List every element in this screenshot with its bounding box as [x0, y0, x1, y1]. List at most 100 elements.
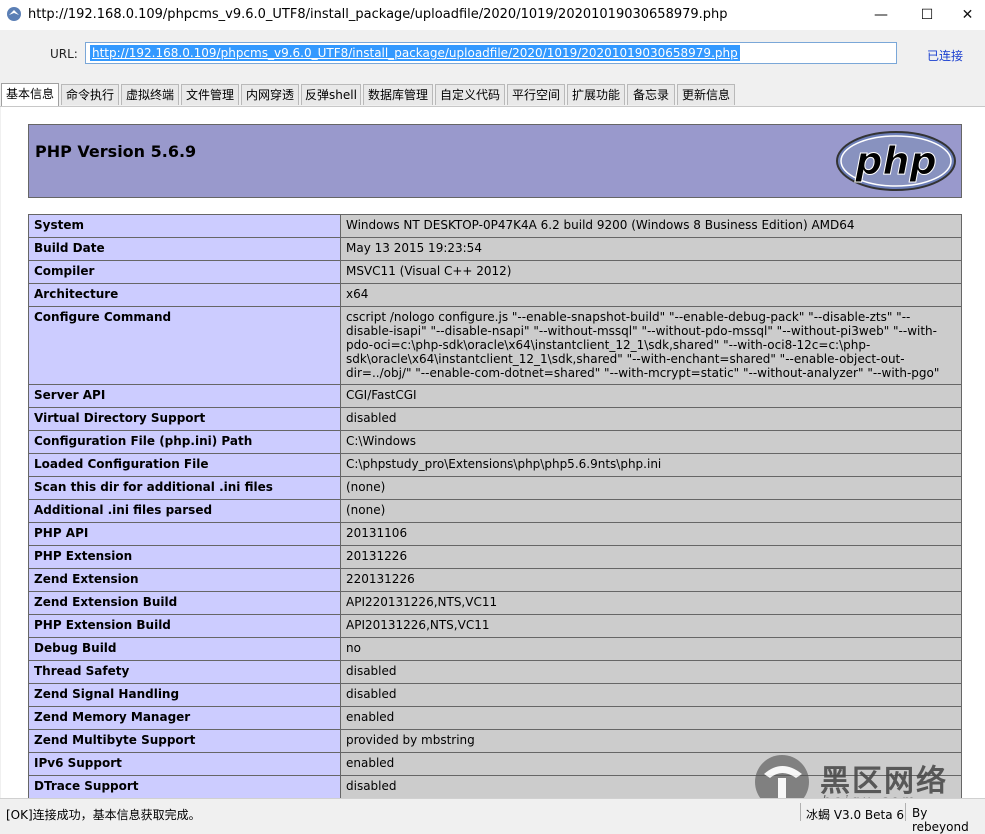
row-value: 220131226 [340, 568, 962, 592]
row-key: Scan this dir for additional .ini files [28, 476, 341, 500]
table-row: Server API CGI/FastCGI [28, 384, 962, 408]
row-value: API20131226,NTS,VC11 [340, 614, 962, 638]
row-key: PHP Extension Build [28, 614, 341, 638]
row-key: IPv6 Support [28, 752, 341, 776]
table-row: Configuration File (php.ini) Path C:\Wind… [28, 430, 962, 454]
row-value: MSVC11 (Visual C++ 2012) [340, 260, 962, 284]
row-key: Zend Extension Build [28, 591, 341, 615]
row-value: disabled [340, 660, 962, 684]
row-key: Configure Command [28, 306, 341, 385]
close-button[interactable]: ✕ [950, 0, 985, 30]
table-row: Compiler MSVC11 (Visual C++ 2012) [28, 260, 962, 284]
row-key: Build Date [28, 237, 341, 261]
php-version-title: PHP Version 5.6.9 [35, 142, 197, 161]
row-key: PHP Extension [28, 545, 341, 569]
table-row: Debug Build no [28, 637, 962, 661]
tab-file-manager[interactable]: 文件管理 [181, 84, 239, 105]
row-value: disabled [340, 683, 962, 707]
url-bar: URL: http://192.168.0.109/phpcms_v9.6.0_… [0, 30, 985, 82]
table-row: Zend Signal Handling disabled [28, 683, 962, 707]
tab-virtual-terminal[interactable]: 虚拟终端 [121, 84, 179, 105]
status-separator [800, 803, 801, 821]
row-value: (none) [340, 476, 962, 500]
row-value: 20131106 [340, 522, 962, 546]
table-row: Additional .ini files parsed (none) [28, 499, 962, 523]
svg-text:php: php [854, 139, 936, 183]
row-key: Server API [28, 384, 341, 408]
row-key: Compiler [28, 260, 341, 284]
tab-memo[interactable]: 备忘录 [627, 84, 675, 105]
app-version: 冰蝎 V3.0 Beta 6 [806, 808, 905, 822]
row-value: enabled [340, 706, 962, 730]
window-title: http://192.168.0.109/phpcms_v9.6.0_UTF8/… [28, 7, 728, 22]
row-key: PHP API [28, 522, 341, 546]
table-row: PHP Extension 20131226 [28, 545, 962, 569]
table-row: Build Date May 13 2015 19:23:54 [28, 237, 962, 261]
table-row: Zend Extension 220131226 [28, 568, 962, 592]
table-row: Thread Safety disabled [28, 660, 962, 684]
row-value: cscript /nologo configure.js "--enable-s… [340, 306, 962, 385]
row-value: Windows NT DESKTOP-0P47K4A 6.2 build 920… [340, 214, 962, 238]
phpinfo-table: System Windows NT DESKTOP-0P47K4A 6.2 bui… [28, 214, 962, 798]
tab-command-exec[interactable]: 命令执行 [61, 84, 119, 105]
status-separator [905, 803, 906, 821]
table-row: Virtual Directory Support disabled [28, 407, 962, 431]
row-key: System [28, 214, 341, 238]
row-key: Architecture [28, 283, 341, 307]
table-row: Loaded Configuration File C:\phpstudy_pro… [28, 453, 962, 477]
table-row: System Windows NT DESKTOP-0P47K4A 6.2 bui… [28, 214, 962, 238]
url-label: URL: [50, 47, 78, 61]
table-row: Zend Extension Build API220131226,NTS,VC1… [28, 591, 962, 615]
tab-basic-info[interactable]: 基本信息 [1, 83, 59, 106]
row-value: C:\Windows [340, 430, 962, 454]
window-titlebar: http://192.168.0.109/phpcms_v9.6.0_UTF8/… [0, 0, 985, 30]
row-value: 20131226 [340, 545, 962, 569]
tab-extensions[interactable]: 扩展功能 [567, 84, 625, 105]
table-row: Configure Command cscript /nologo configu… [28, 306, 962, 385]
table-row: Zend Multibyte Support provided by mbstri… [28, 729, 962, 753]
row-key: Virtual Directory Support [28, 407, 341, 431]
tab-intranet-tunnel[interactable]: 内网穿透 [241, 84, 299, 105]
row-value: May 13 2015 19:23:54 [340, 237, 962, 261]
row-value: C:\phpstudy_pro\Extensions\php\php5.6.9n… [340, 453, 962, 477]
table-row: Scan this dir for additional .ini files(… [28, 476, 962, 500]
tab-database-manager[interactable]: 数据库管理 [363, 84, 433, 105]
row-key: Zend Extension [28, 568, 341, 592]
minimize-button[interactable]: — [858, 0, 904, 30]
app-author: By rebeyond [912, 806, 969, 834]
row-value: disabled [340, 407, 962, 431]
row-key: Zend Memory Manager [28, 706, 341, 730]
table-row: PHP Extension Build API20131226,NTS,VC11 [28, 614, 962, 638]
php-version-header: PHP Version 5.6.9 php [28, 124, 962, 198]
tab-bar: 基本信息 命令执行 虚拟终端 文件管理 内网穿透 反弹shell 数据库管理 自… [0, 83, 985, 107]
row-key: Zend Multibyte Support [28, 729, 341, 753]
row-key: Additional .ini files parsed [28, 499, 341, 523]
url-input[interactable]: http://192.168.0.109/phpcms_v9.6.0_UTF8/… [85, 42, 897, 64]
row-key: Configuration File (php.ini) Path [28, 430, 341, 454]
row-value: no [340, 637, 962, 661]
table-row: Zend Memory Manager enabled [28, 706, 962, 730]
php-logo: php [836, 131, 956, 191]
tab-custom-code[interactable]: 自定义代码 [435, 84, 505, 105]
app-icon [7, 7, 21, 21]
row-key: DTrace Support [28, 775, 341, 798]
row-key: Loaded Configuration File [28, 453, 341, 477]
phpinfo-panel: PHP Version 5.6.9 php System Windows NT D… [1, 107, 985, 798]
connection-status: 已连接 [927, 49, 964, 63]
table-row: Architecture x64 [28, 283, 962, 307]
row-value: (none) [340, 499, 962, 523]
tab-update-info[interactable]: 更新信息 [677, 84, 735, 105]
tab-reverse-shell[interactable]: 反弹shell [301, 84, 361, 105]
url-value[interactable]: http://192.168.0.109/phpcms_v9.6.0_UTF8/… [90, 45, 740, 61]
status-bar: [OK]连接成功，基本信息获取完成。 冰蝎 V3.0 Beta 6 By reb… [0, 798, 985, 834]
row-key: Thread Safety [28, 660, 341, 684]
status-message: [OK]连接成功，基本信息获取完成。 [6, 808, 201, 822]
row-key: Debug Build [28, 637, 341, 661]
maximize-button[interactable]: ☐ [904, 0, 950, 30]
table-row: PHP API 20131106 [28, 522, 962, 546]
row-value: API220131226,NTS,VC11 [340, 591, 962, 615]
row-key: Zend Signal Handling [28, 683, 341, 707]
tab-parallel-space[interactable]: 平行空间 [507, 84, 565, 105]
row-value: provided by mbstring [340, 729, 962, 753]
row-value: CGI/FastCGI [340, 384, 962, 408]
